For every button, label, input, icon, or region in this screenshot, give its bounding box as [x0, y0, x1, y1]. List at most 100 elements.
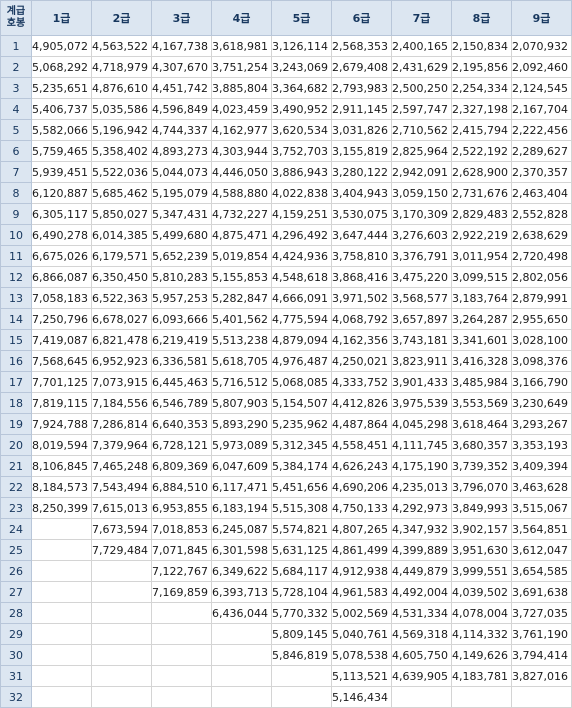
- salary-cell[interactable]: 2,568,353: [331, 35, 392, 57]
- salary-cell[interactable]: 5,685,462: [91, 182, 152, 204]
- salary-cell[interactable]: 3,727,035: [511, 602, 572, 624]
- salary-cell[interactable]: 5,513,238: [211, 329, 272, 351]
- salary-cell[interactable]: 3,796,070: [451, 476, 512, 498]
- salary-cell[interactable]: 2,092,460: [511, 56, 572, 78]
- salary-cell[interactable]: 4,451,742: [151, 77, 212, 99]
- salary-cell[interactable]: 3,404,943: [331, 182, 392, 204]
- salary-cell[interactable]: 2,150,834: [451, 35, 512, 57]
- salary-cell[interactable]: 3,553,569: [451, 392, 512, 414]
- salary-cell[interactable]: 4,588,880: [211, 182, 272, 204]
- salary-cell[interactable]: 5,019,854: [211, 245, 272, 267]
- salary-cell[interactable]: 4,744,337: [151, 119, 212, 141]
- salary-cell[interactable]: 7,184,556: [91, 392, 152, 414]
- salary-cell[interactable]: 5,347,431: [151, 203, 212, 225]
- salary-cell[interactable]: 5,040,761: [331, 623, 392, 645]
- salary-cell[interactable]: 3,657,897: [391, 308, 452, 330]
- salary-cell[interactable]: 2,415,794: [451, 119, 512, 141]
- step-number-cell[interactable]: 27: [0, 581, 32, 603]
- salary-cell[interactable]: 3,155,819: [331, 140, 392, 162]
- salary-cell[interactable]: 2,597,747: [391, 98, 452, 120]
- salary-cell[interactable]: 5,957,253: [151, 287, 212, 309]
- salary-cell[interactable]: 5,807,903: [211, 392, 272, 414]
- salary-cell[interactable]: 3,739,352: [451, 455, 512, 477]
- salary-cell[interactable]: 4,333,752: [331, 371, 392, 393]
- salary-cell[interactable]: 3,868,416: [331, 266, 392, 288]
- salary-cell[interactable]: 5,770,332: [271, 602, 332, 624]
- salary-cell[interactable]: 2,289,627: [511, 140, 572, 162]
- salary-cell[interactable]: 2,793,983: [331, 77, 392, 99]
- salary-cell[interactable]: 2,222,456: [511, 119, 572, 141]
- step-number-cell[interactable]: 1: [0, 35, 32, 57]
- salary-cell[interactable]: 6,349,622: [211, 560, 272, 582]
- salary-cell[interactable]: 6,219,419: [151, 329, 212, 351]
- salary-cell[interactable]: 4,296,492: [271, 224, 332, 246]
- salary-cell[interactable]: 4,666,091: [271, 287, 332, 309]
- salary-cell[interactable]: 3,691,638: [511, 581, 572, 603]
- salary-cell[interactable]: [31, 644, 92, 666]
- salary-cell[interactable]: 7,419,087: [31, 329, 92, 351]
- grade-header-1[interactable]: 1급: [31, 0, 92, 36]
- salary-cell[interactable]: 3,099,515: [451, 266, 512, 288]
- salary-cell[interactable]: 6,728,121: [151, 434, 212, 456]
- salary-cell[interactable]: 5,358,402: [91, 140, 152, 162]
- salary-cell[interactable]: [91, 560, 152, 582]
- salary-cell[interactable]: 2,370,357: [511, 161, 572, 183]
- salary-cell[interactable]: 2,829,483: [451, 203, 512, 225]
- salary-cell[interactable]: [31, 602, 92, 624]
- salary-cell[interactable]: 7,568,645: [31, 350, 92, 372]
- salary-cell[interactable]: 7,071,845: [151, 539, 212, 561]
- step-number-cell[interactable]: 6: [0, 140, 32, 162]
- salary-cell[interactable]: 4,626,243: [331, 455, 392, 477]
- salary-cell[interactable]: 6,678,027: [91, 308, 152, 330]
- salary-cell[interactable]: 5,582,066: [31, 119, 92, 141]
- salary-cell[interactable]: 5,846,819: [271, 644, 332, 666]
- salary-cell[interactable]: 5,406,737: [31, 98, 92, 120]
- salary-cell[interactable]: 3,999,551: [451, 560, 512, 582]
- salary-cell[interactable]: 5,522,036: [91, 161, 152, 183]
- step-number-cell[interactable]: 16: [0, 350, 32, 372]
- salary-cell[interactable]: 3,376,791: [391, 245, 452, 267]
- salary-cell[interactable]: 3,564,851: [511, 518, 572, 540]
- grade-header-7[interactable]: 7급: [391, 0, 452, 36]
- salary-cell[interactable]: 4,111,745: [391, 434, 452, 456]
- salary-cell[interactable]: 4,531,334: [391, 602, 452, 624]
- salary-cell[interactable]: 6,821,478: [91, 329, 152, 351]
- salary-cell[interactable]: 5,515,308: [271, 497, 332, 519]
- step-number-cell[interactable]: 22: [0, 476, 32, 498]
- salary-cell[interactable]: 4,250,021: [331, 350, 392, 372]
- salary-cell[interactable]: 4,446,050: [211, 161, 272, 183]
- salary-cell[interactable]: 3,170,309: [391, 203, 452, 225]
- salary-cell[interactable]: 7,286,814: [91, 413, 152, 435]
- salary-cell[interactable]: 3,416,328: [451, 350, 512, 372]
- salary-cell[interactable]: 7,673,594: [91, 518, 152, 540]
- salary-cell[interactable]: 4,563,522: [91, 35, 152, 57]
- salary-cell[interactable]: 2,922,219: [451, 224, 512, 246]
- step-number-cell[interactable]: 24: [0, 518, 32, 540]
- salary-cell[interactable]: 5,939,451: [31, 161, 92, 183]
- salary-cell[interactable]: 4,022,838: [271, 182, 332, 204]
- salary-cell[interactable]: 4,159,251: [271, 203, 332, 225]
- salary-cell[interactable]: 6,640,353: [151, 413, 212, 435]
- salary-cell[interactable]: 2,167,704: [511, 98, 572, 120]
- salary-cell[interactable]: [91, 686, 152, 708]
- salary-cell[interactable]: 5,716,512: [211, 371, 272, 393]
- salary-cell[interactable]: 3,230,649: [511, 392, 572, 414]
- step-number-cell[interactable]: 25: [0, 539, 32, 561]
- salary-cell[interactable]: 6,866,087: [31, 266, 92, 288]
- step-number-cell[interactable]: 10: [0, 224, 32, 246]
- salary-cell[interactable]: 6,301,598: [211, 539, 272, 561]
- salary-cell[interactable]: 4,068,792: [331, 308, 392, 330]
- salary-cell[interactable]: 3,758,810: [331, 245, 392, 267]
- salary-cell[interactable]: 6,675,026: [31, 245, 92, 267]
- salary-cell[interactable]: 5,195,079: [151, 182, 212, 204]
- salary-cell[interactable]: 2,825,964: [391, 140, 452, 162]
- salary-cell[interactable]: 4,875,471: [211, 224, 272, 246]
- salary-cell[interactable]: [31, 581, 92, 603]
- salary-cell[interactable]: 6,179,571: [91, 245, 152, 267]
- salary-cell[interactable]: 7,543,494: [91, 476, 152, 498]
- salary-cell[interactable]: 3,183,764: [451, 287, 512, 309]
- step-number-cell[interactable]: 7: [0, 161, 32, 183]
- salary-cell[interactable]: 3,353,193: [511, 434, 572, 456]
- salary-cell[interactable]: 5,155,853: [211, 266, 272, 288]
- salary-cell[interactable]: 4,548,618: [271, 266, 332, 288]
